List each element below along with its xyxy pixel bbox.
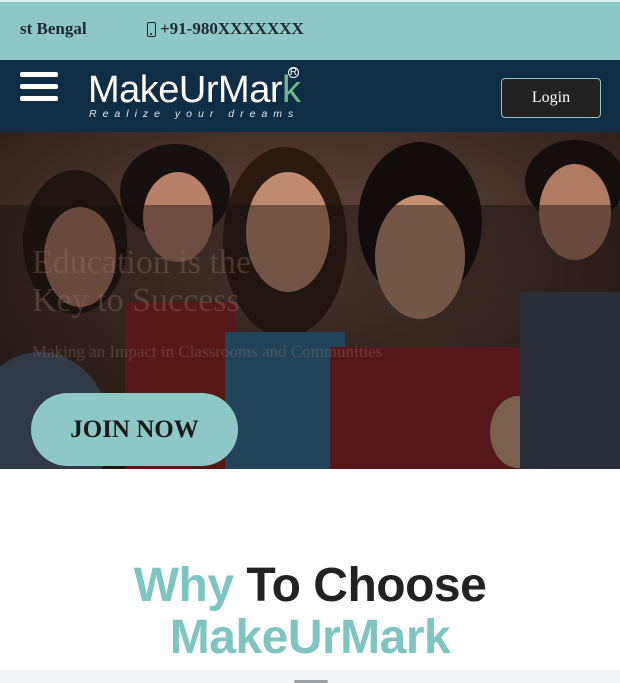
why-word: Why (133, 559, 234, 612)
logo-brand: MakeUrMark (88, 69, 301, 111)
join-now-button[interactable]: JOIN NOW (31, 393, 238, 466)
phone-number[interactable]: +91-980XXXXXXX (160, 19, 304, 39)
brand-heading: MakeUrMark (169, 611, 451, 664)
bottom-bar (0, 670, 620, 683)
hamburger-menu-icon[interactable] (20, 72, 58, 102)
hero-subheading: Making an Impact in Classrooms and Commu… (32, 342, 383, 361)
registered-mark: R (288, 67, 299, 78)
hero-heading-line1: Education is the (32, 244, 252, 281)
hero-heading-line2: Key to Success (32, 282, 240, 319)
top-contact-bar: st Bengal +91-980XXXXXXX (0, 0, 620, 60)
hero-banner: Education is the Key to Success Making a… (0, 132, 620, 469)
phone-icon (147, 21, 156, 37)
to-choose-text: To Choose (246, 559, 487, 612)
why-choose-heading: Why To Choose MakeUrMark (0, 560, 620, 664)
login-button[interactable]: Login (501, 78, 601, 118)
site-logo[interactable]: MakeUrMark R Realize your dreams (88, 67, 301, 120)
logo-tagline: Realize your dreams (89, 108, 300, 120)
location-text: st Bengal (20, 19, 87, 38)
phone-contact[interactable]: +91-980XXXXXXX (147, 19, 304, 39)
